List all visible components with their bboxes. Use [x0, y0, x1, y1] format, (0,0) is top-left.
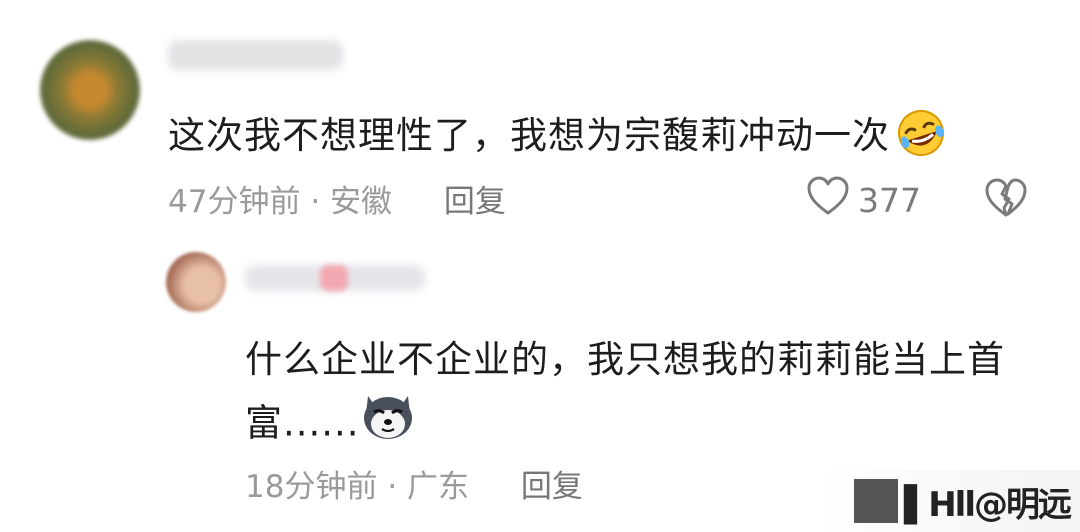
comment-location: 安徽: [330, 184, 393, 220]
watermark: ▌Hll@明远: [818, 470, 1080, 532]
like-button[interactable]: 377: [806, 176, 921, 224]
husky-dog-emoji-icon: [360, 390, 416, 460]
reply-button[interactable]: 回复: [444, 184, 506, 220]
commenter-avatar[interactable]: [40, 40, 140, 140]
broken-heart-icon: [984, 178, 1028, 222]
meta-separator: ·: [387, 469, 398, 505]
watermark-logo: [854, 479, 899, 523]
reply-commenter-badge: [320, 265, 348, 291]
watermark-text: ▌Hll@明远: [904, 484, 1072, 525]
commenter-name-blurred[interactable]: [168, 40, 343, 70]
reply-comment-meta: 18分钟前 · 广东 回复: [245, 461, 583, 506]
meta-separator: ·: [310, 184, 321, 220]
reply-comment-location: 广东: [407, 469, 470, 505]
reply-to-reply-button[interactable]: 回复: [521, 469, 583, 505]
comment-meta: 47分钟前 · 安徽 回复: [168, 176, 506, 221]
reply-comment-time: 18分钟前: [245, 469, 378, 505]
heart-icon: [806, 176, 850, 224]
like-count: 377: [858, 180, 921, 220]
comment-text: 这次我不想理性了，我想为宗馥莉冲动一次: [168, 105, 952, 168]
comment-text-content: 这次我不想理性了，我想为宗馥莉冲动一次: [168, 114, 890, 157]
dislike-button[interactable]: [984, 178, 1028, 222]
reply-comment-text: 什么企业不企业的，我只想我的莉莉能当上首富......: [245, 330, 1045, 460]
reply-commenter-avatar[interactable]: [166, 252, 226, 312]
laughing-emoji-icon: [890, 107, 952, 168]
comment-time: 47分钟前: [168, 184, 301, 220]
